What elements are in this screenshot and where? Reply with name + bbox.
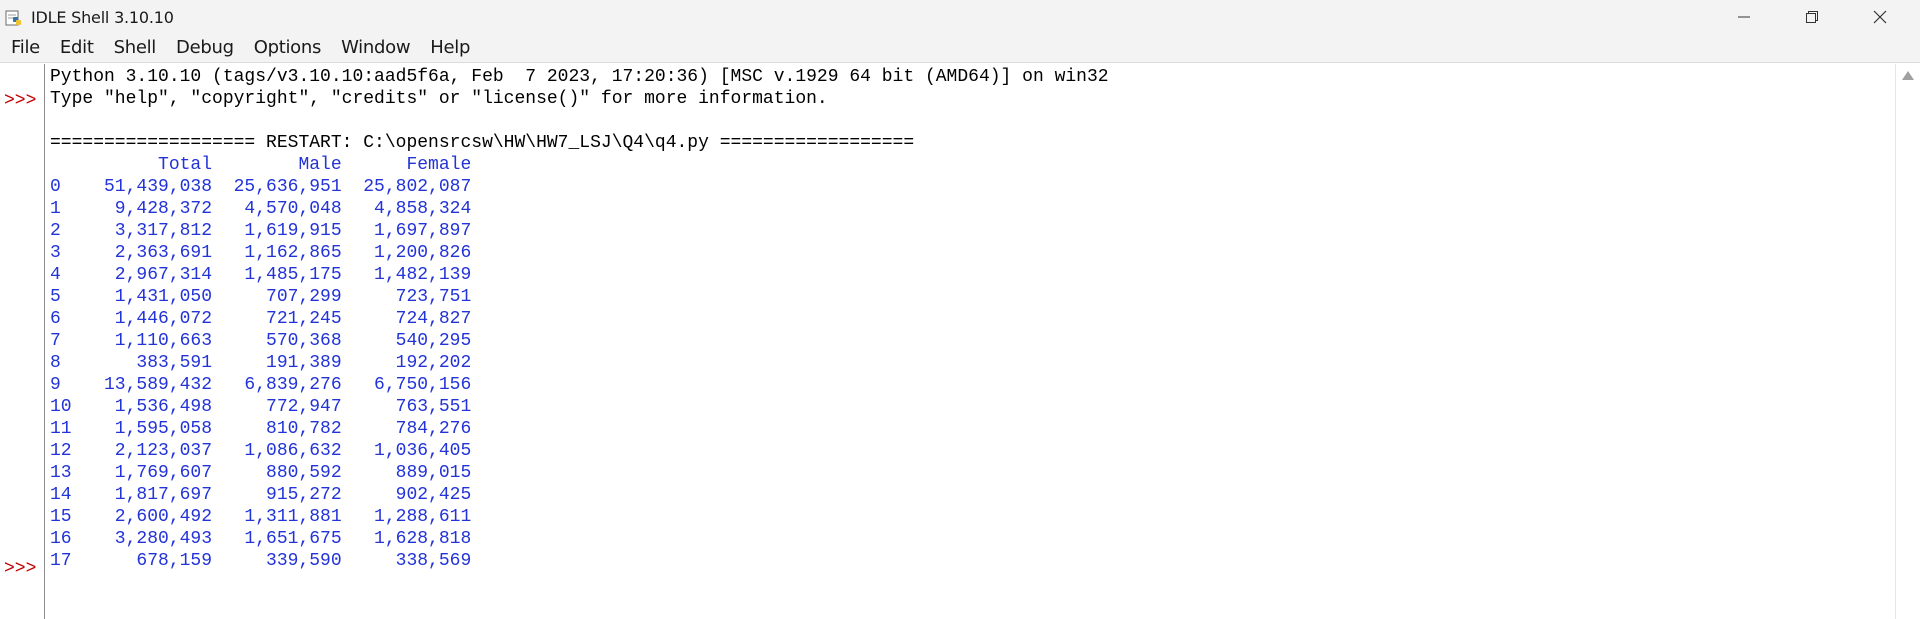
- minimize-icon: [1738, 16, 1750, 17]
- table-row: 3 2,363,691 1,162,865 1,200,826: [50, 243, 472, 263]
- menu-shell[interactable]: Shell: [104, 33, 166, 63]
- close-icon: [1873, 10, 1887, 23]
- menu-window[interactable]: Window: [331, 33, 420, 63]
- python-idle-icon: [5, 10, 21, 26]
- table-row: 0 51,439,038 25,636,951 25,802,087: [50, 177, 472, 197]
- table-row: 9 13,589,432 6,839,276 6,750,156: [50, 375, 472, 395]
- window-title: IDLE Shell 3.10.10: [31, 8, 174, 27]
- table-row: 16 3,280,493 1,651,675 1,628,818: [50, 529, 472, 549]
- shell-prompt: >>>: [4, 559, 37, 579]
- banner-line: Python 3.10.10 (tags/v3.10.10:aad5f6a, F…: [50, 67, 1109, 87]
- menu-help[interactable]: Help: [420, 33, 480, 63]
- table-row: 7 1,110,663 570,368 540,295: [50, 331, 472, 351]
- table-row: 4 2,967,314 1,485,175 1,482,139: [50, 265, 472, 285]
- close-button[interactable]: [1846, 0, 1914, 33]
- title-bar: IDLE Shell 3.10.10: [0, 0, 1920, 33]
- shell-output-area[interactable]: Python 3.10.10 (tags/v3.10.10:aad5f6a, F…: [45, 64, 1895, 619]
- table-row: 8 383,591 191,389 192,202: [50, 353, 472, 373]
- vertical-scrollbar[interactable]: [1895, 64, 1920, 619]
- menu-file[interactable]: File: [0, 33, 50, 63]
- table-row: 13 1,769,607 880,592 889,015: [50, 463, 472, 483]
- menu-edit[interactable]: Edit: [50, 33, 104, 63]
- banner-line: Type "help", "copyright", "credits" or "…: [50, 89, 828, 109]
- scroll-up-arrow-icon[interactable]: [1902, 71, 1914, 80]
- table-row: 17 678,159 339,590 338,569: [50, 551, 472, 571]
- restart-line: =================== RESTART: C:\opensrcs…: [50, 133, 915, 153]
- maximize-icon: [1806, 10, 1818, 23]
- prompt-gutter: >>> >>>: [0, 64, 44, 619]
- menu-options[interactable]: Options: [244, 33, 331, 63]
- table-row: 1 9,428,372 4,570,048 4,858,324: [50, 199, 472, 219]
- maximize-button[interactable]: [1778, 0, 1846, 33]
- table-row: 12 2,123,037 1,086,632 1,036,405: [50, 441, 472, 461]
- table-row: 5 1,431,050 707,299 723,751: [50, 287, 472, 307]
- table-row: 6 1,446,072 721,245 724,827: [50, 309, 472, 329]
- menu-bar: File Edit Shell Debug Options Window Hel…: [0, 33, 1920, 63]
- table-row: 15 2,600,492 1,311,881 1,288,611: [50, 507, 472, 527]
- table-row: 11 1,595,058 810,782 784,276: [50, 419, 472, 439]
- table-row: 2 3,317,812 1,619,915 1,697,897: [50, 221, 472, 241]
- table-row: 14 1,817,697 915,272 902,425: [50, 485, 472, 505]
- menu-debug[interactable]: Debug: [166, 33, 244, 63]
- minimize-button[interactable]: [1710, 0, 1778, 33]
- table-header: Total Male Female: [50, 155, 472, 175]
- table-row: 10 1,536,498 772,947 763,551: [50, 397, 472, 417]
- shell-prompt: >>>: [4, 91, 37, 111]
